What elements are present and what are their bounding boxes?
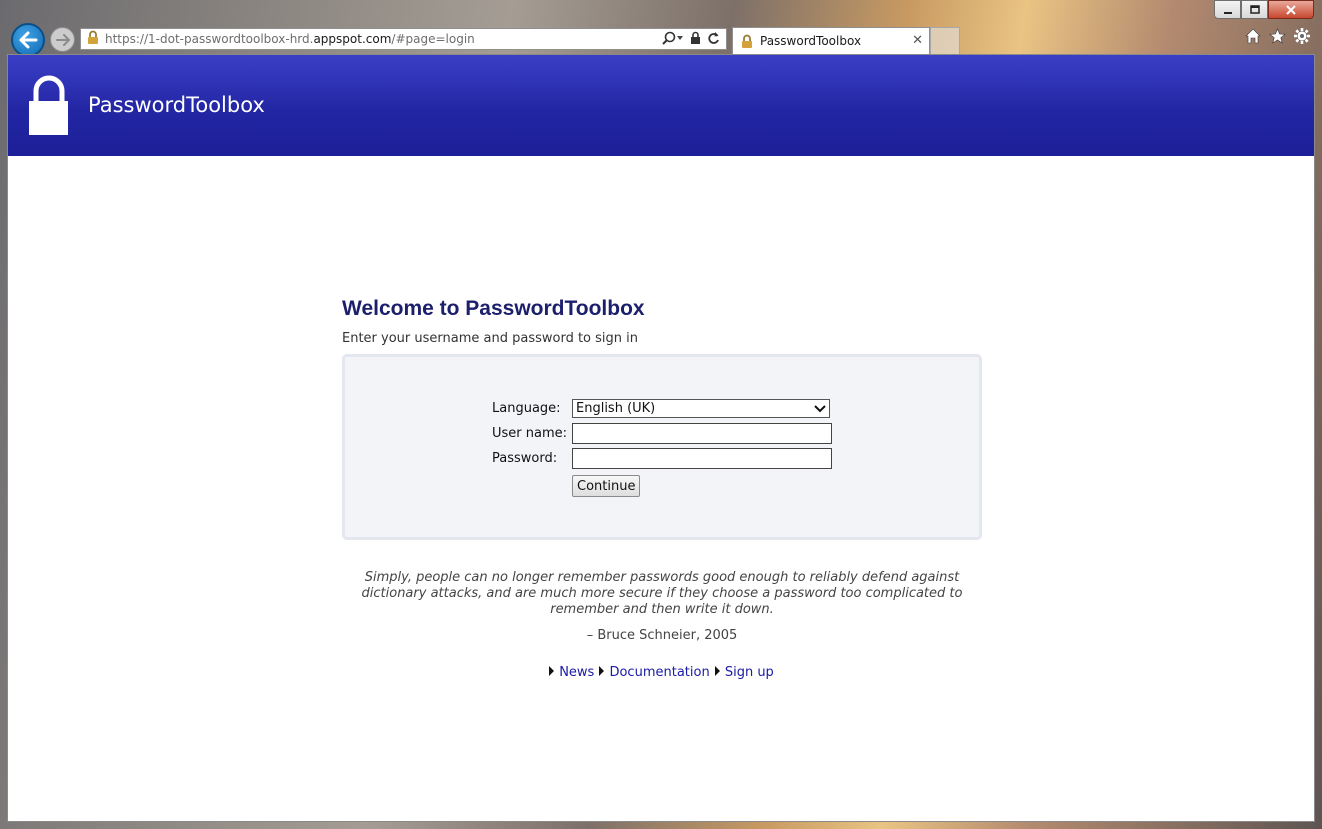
username-row: User name: (492, 423, 832, 444)
chevron-down-icon (814, 404, 826, 412)
back-button[interactable] (11, 23, 45, 57)
password-label: Password: (492, 451, 558, 466)
lock-icon (742, 34, 752, 48)
footer-links: News Documentation Sign up (342, 665, 982, 680)
password-row: Password: (492, 448, 832, 469)
close-window-button[interactable] (1268, 0, 1314, 19)
lock-icon (87, 30, 99, 48)
tab-title: PasswordToolbox (760, 34, 862, 48)
site-title: PasswordToolbox (88, 93, 265, 117)
login-content: Welcome to PasswordToolbox Enter your us… (342, 295, 982, 680)
address-bar[interactable]: https://1-dot-passwordtoolbox-hrd.appspo… (80, 28, 727, 50)
new-tab-button[interactable] (930, 27, 960, 54)
minimize-button[interactable] (1214, 0, 1241, 19)
language-row: Language: English (UK) (492, 399, 830, 418)
gear-icon[interactable] (1294, 28, 1310, 44)
triangle-right-icon (599, 666, 605, 676)
url-host: appspot.com (313, 32, 392, 46)
quote-author: – Bruce Schneier, 2005 (586, 628, 738, 643)
browser-toolbar-icons (1245, 28, 1310, 44)
password-field[interactable] (572, 448, 832, 469)
continue-button[interactable]: Continue (572, 475, 641, 497)
home-icon[interactable] (1245, 28, 1261, 44)
refresh-icon[interactable] (707, 31, 720, 45)
url-text: https://1-dot-passwordtoolbox-hrd.appspo… (105, 32, 475, 46)
triangle-right-icon (549, 666, 555, 676)
username-field[interactable] (572, 423, 832, 444)
url-prefix: https://1-dot-passwordtoolbox-hrd. (105, 32, 314, 46)
page-viewport: PasswordToolbox Welcome to PasswordToolb… (7, 54, 1315, 822)
documentation-link[interactable]: Documentation (609, 665, 709, 680)
login-form: Language: English (UK) User name: Passwo… (342, 354, 982, 540)
tab-close-icon[interactable]: ✕ (912, 33, 923, 48)
language-value: English (UK) (576, 401, 656, 416)
news-link[interactable]: News (559, 665, 594, 680)
triangle-right-icon (714, 666, 720, 676)
url-suffix: /#page=login (391, 32, 475, 46)
quote-text: Simply, people can no longer remember pa… (361, 570, 963, 617)
sign-up-link[interactable]: Sign up (725, 665, 774, 680)
close-icon (1286, 4, 1296, 15)
username-label: User name: (492, 426, 568, 441)
minimize-icon (1223, 11, 1232, 14)
padlock-icon (29, 75, 68, 135)
forward-arrow-icon (55, 33, 70, 46)
back-arrow-icon (19, 31, 38, 49)
maximize-button[interactable] (1241, 0, 1268, 19)
star-icon[interactable] (1269, 28, 1286, 44)
language-label: Language: (492, 401, 561, 416)
page-subtitle: Enter your username and password to sign… (342, 331, 638, 346)
language-select[interactable]: English (UK) (572, 399, 830, 418)
lock-icon[interactable] (690, 31, 701, 45)
forward-button[interactable] (50, 27, 75, 52)
browser-window: https://1-dot-passwordtoolbox-hrd.appspo… (0, 0, 1322, 829)
search-icon[interactable] (662, 31, 684, 45)
address-tools (662, 31, 720, 45)
window-controls (1214, 0, 1314, 20)
tab-passwordtoolbox[interactable]: PasswordToolbox ✕ (732, 27, 930, 54)
page-title: Welcome to PasswordToolbox (342, 297, 645, 320)
site-header: PasswordToolbox (8, 55, 1314, 156)
maximize-icon (1249, 4, 1260, 14)
